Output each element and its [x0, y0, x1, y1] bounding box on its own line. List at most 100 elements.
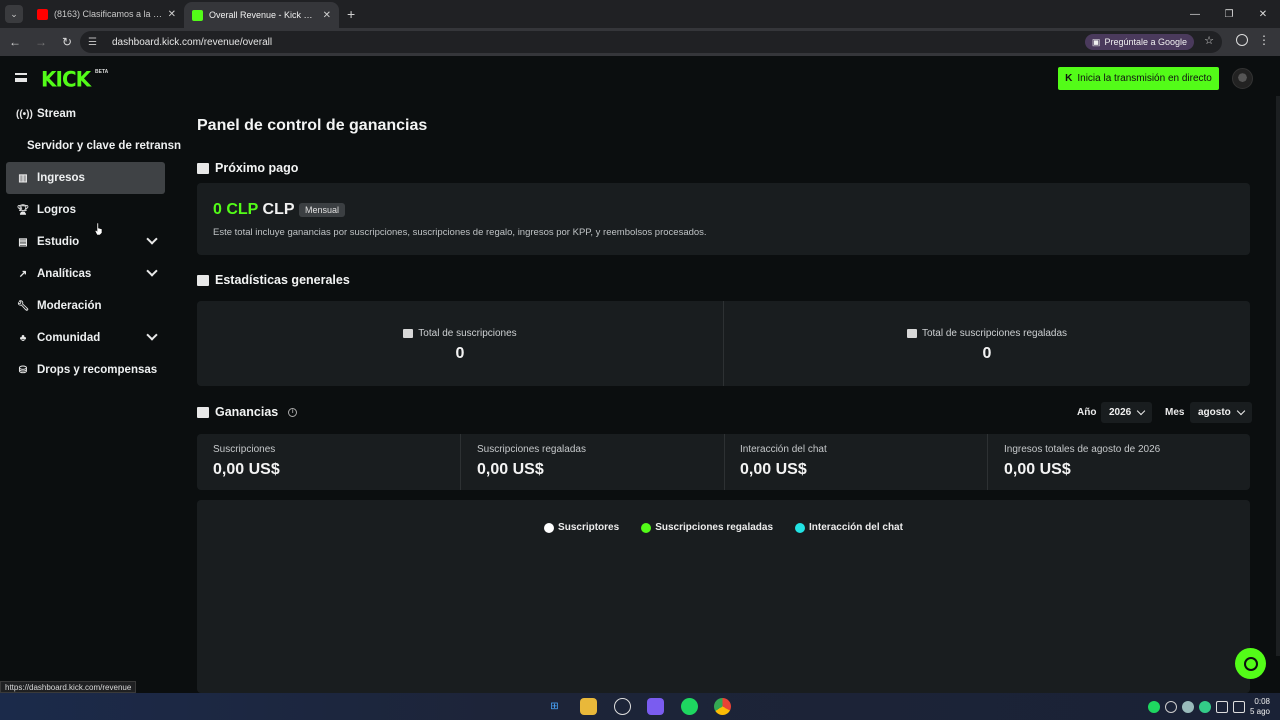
profile-icon[interactable]	[1236, 34, 1248, 46]
earnings-value: 0,00 US$	[213, 461, 280, 478]
earnings-label: Suscripciones	[213, 444, 276, 455]
sidebar-item-label: Estudio	[37, 236, 80, 248]
site-info-icon[interactable]: ☰	[88, 37, 102, 48]
omnibox[interactable]: ☰ dashboard.kick.com/revenue/overall ▣ P…	[80, 31, 1222, 53]
bar-chart-icon: ▥	[18, 172, 28, 184]
earnings-cell-subscriptions: Suscripciones 0,00 US$	[197, 434, 460, 490]
sidebar-item-label: Logros	[37, 204, 76, 216]
sidebar-item-achievements[interactable]: 🏆︎ Logros	[6, 194, 165, 226]
sidebar-item-analytics[interactable]: ↗ Analíticas	[6, 258, 165, 290]
discord-icon[interactable]	[647, 698, 664, 715]
month-select[interactable]: agosto	[1190, 402, 1252, 423]
file-explorer-icon[interactable]	[580, 698, 597, 715]
analytics-icon: ↗	[18, 268, 28, 280]
new-tab-button[interactable]: +	[347, 6, 355, 22]
windows-taskbar: ⊞ 0:08 5 ago	[0, 693, 1280, 720]
windows-start-icon[interactable]: ⊞	[546, 698, 563, 715]
legend-label: Suscriptores	[558, 522, 620, 533]
reload-icon[interactable]: ↻	[56, 35, 78, 49]
community-icon: ♣	[19, 332, 27, 344]
browser-tab-youtube[interactable]: (8163) Clasificamos a la FNCS e ✕	[29, 0, 184, 28]
chevron-down-icon	[146, 265, 158, 277]
back-icon[interactable]: ←	[4, 35, 26, 49]
volume-icon[interactable]	[1215, 700, 1228, 713]
system-clock[interactable]: 0:08 5 ago	[1250, 697, 1270, 717]
broadcast-icon: ((•))	[16, 108, 33, 120]
year-select[interactable]: 2026	[1101, 402, 1153, 423]
sidebar-item-label: Stream	[37, 108, 76, 120]
earnings-value: 0,00 US$	[477, 461, 544, 478]
legend-item-subscribers[interactable]: Suscriptores	[544, 522, 619, 533]
close-tab-icon[interactable]: ✕	[323, 10, 331, 21]
sidebar-item-moderation[interactable]: 🔧︎ Moderación	[6, 290, 165, 322]
start-stream-label: Inicia la transmisión en directo	[1077, 73, 1212, 84]
hamburger-menu-icon[interactable]	[15, 73, 27, 82]
sidebar-item-studio[interactable]: ▤ Estudio	[6, 226, 165, 258]
ask-google-label: Pregúntale a Google	[1104, 37, 1187, 47]
tab-search-button[interactable]: ⌄	[5, 5, 23, 23]
earnings-cell-total: Ingresos totales de agosto de 2026 0,00 …	[988, 434, 1251, 490]
restore-icon[interactable]: ❐	[1212, 0, 1246, 28]
scrollbar[interactable]	[1276, 96, 1280, 656]
stat-value: 0	[982, 345, 992, 362]
legend-item-chat[interactable]: Interacción del chat	[795, 522, 903, 533]
bar-chart-icon	[197, 406, 209, 418]
clock-time: 0:08	[1254, 696, 1270, 706]
section-earnings-title: Ganancias i	[197, 405, 298, 419]
url-text[interactable]: dashboard.kick.com/revenue/overall	[112, 37, 272, 48]
beta-badge: BETA	[95, 69, 109, 75]
kick-dashboard: KICK BETA K Inicia la transmisión en dir…	[0, 56, 1280, 693]
chevron-down-icon	[146, 233, 158, 245]
bookmark-star-icon[interactable]: ☆	[1204, 34, 1214, 47]
info-icon[interactable]: i	[288, 407, 298, 417]
kick-logo[interactable]: KICK	[41, 66, 91, 91]
stat-label: Total de suscripciones	[418, 328, 517, 339]
stat-label: Total de suscripciones regaladas	[921, 328, 1068, 339]
month-label: Mes	[1165, 407, 1185, 418]
lens-icon: ▣	[1091, 36, 1101, 47]
tray-icon[interactable]	[1164, 700, 1177, 713]
spotify-tray-icon[interactable]	[1147, 700, 1160, 713]
sidebar-item-community[interactable]: ♣ Comunidad	[6, 322, 165, 354]
earnings-label: Interacción del chat	[740, 444, 827, 455]
close-window-icon[interactable]: ✕	[1246, 0, 1280, 28]
tray-icon[interactable]	[1198, 700, 1211, 713]
kick-icon	[192, 9, 203, 21]
legend-item-gifted[interactable]: Suscripciones regaladas	[641, 522, 773, 533]
hand-cursor-icon	[95, 223, 103, 235]
sidebar-item-label: Analíticas	[37, 268, 92, 280]
avatar[interactable]	[1232, 68, 1253, 89]
ask-google-button[interactable]: ▣ Pregúntale a Google	[1084, 34, 1194, 50]
sidebar-item-revenue[interactable]: ▥ Ingresos	[6, 162, 165, 194]
window-controls: — ❐ ✕	[1178, 0, 1280, 28]
support-chat-button[interactable]	[1235, 648, 1266, 679]
minimize-icon[interactable]: —	[1178, 0, 1212, 28]
page-title: Panel de control de ganancias	[197, 117, 428, 134]
tab-title: (8163) Clasificamos a la FNCS e	[54, 9, 164, 19]
display-icon[interactable]	[1232, 700, 1245, 713]
sidebar-item-stream[interactable]: ((•)) Stream	[6, 98, 165, 130]
sidebar-subitem-stream-key[interactable]: Servidor y clave de retransn	[27, 140, 181, 152]
total-gifted-stat: Total de suscripciones regaladas 0	[724, 301, 1250, 386]
trophy-icon: 🏆︎	[16, 204, 30, 216]
general-stats-card: Total de suscripciones 0 Total de suscri…	[197, 301, 1250, 386]
menu-kebab-icon[interactable]: ⋮	[1258, 33, 1270, 47]
payout-amount-value: 0 CLP	[213, 201, 259, 218]
browser-tab-kick[interactable]: Overall Revenue - Kick Dashboard ✕	[184, 2, 339, 28]
chart-legend: Suscriptores Suscripciones regaladas Int…	[197, 522, 1250, 533]
browser-tab-bar: ⌄ (8163) Clasificamos a la FNCS e ✕ Over…	[0, 0, 1280, 28]
section-title-label: Estadísticas generales	[215, 273, 350, 287]
forward-icon[interactable]: →	[30, 35, 52, 49]
payout-description: Este total incluye ganancias por suscrip…	[213, 227, 707, 238]
studio-icon: ▤	[18, 236, 28, 248]
total-subscriptions-stat: Total de suscripciones 0	[197, 301, 723, 386]
legend-dot	[544, 522, 555, 533]
earnings-summary-card: Suscripciones 0,00 US$ Suscripciones reg…	[197, 434, 1250, 490]
chrome-icon[interactable]	[714, 698, 731, 715]
app-icon[interactable]	[614, 698, 631, 715]
close-tab-icon[interactable]: ✕	[168, 9, 176, 20]
steam-icon[interactable]	[1181, 700, 1194, 713]
start-stream-button[interactable]: K Inicia la transmisión en directo	[1058, 67, 1219, 90]
spotify-icon[interactable]	[681, 698, 698, 715]
sidebar-item-drops[interactable]: ⛁ Drops y recompensas	[6, 354, 165, 386]
